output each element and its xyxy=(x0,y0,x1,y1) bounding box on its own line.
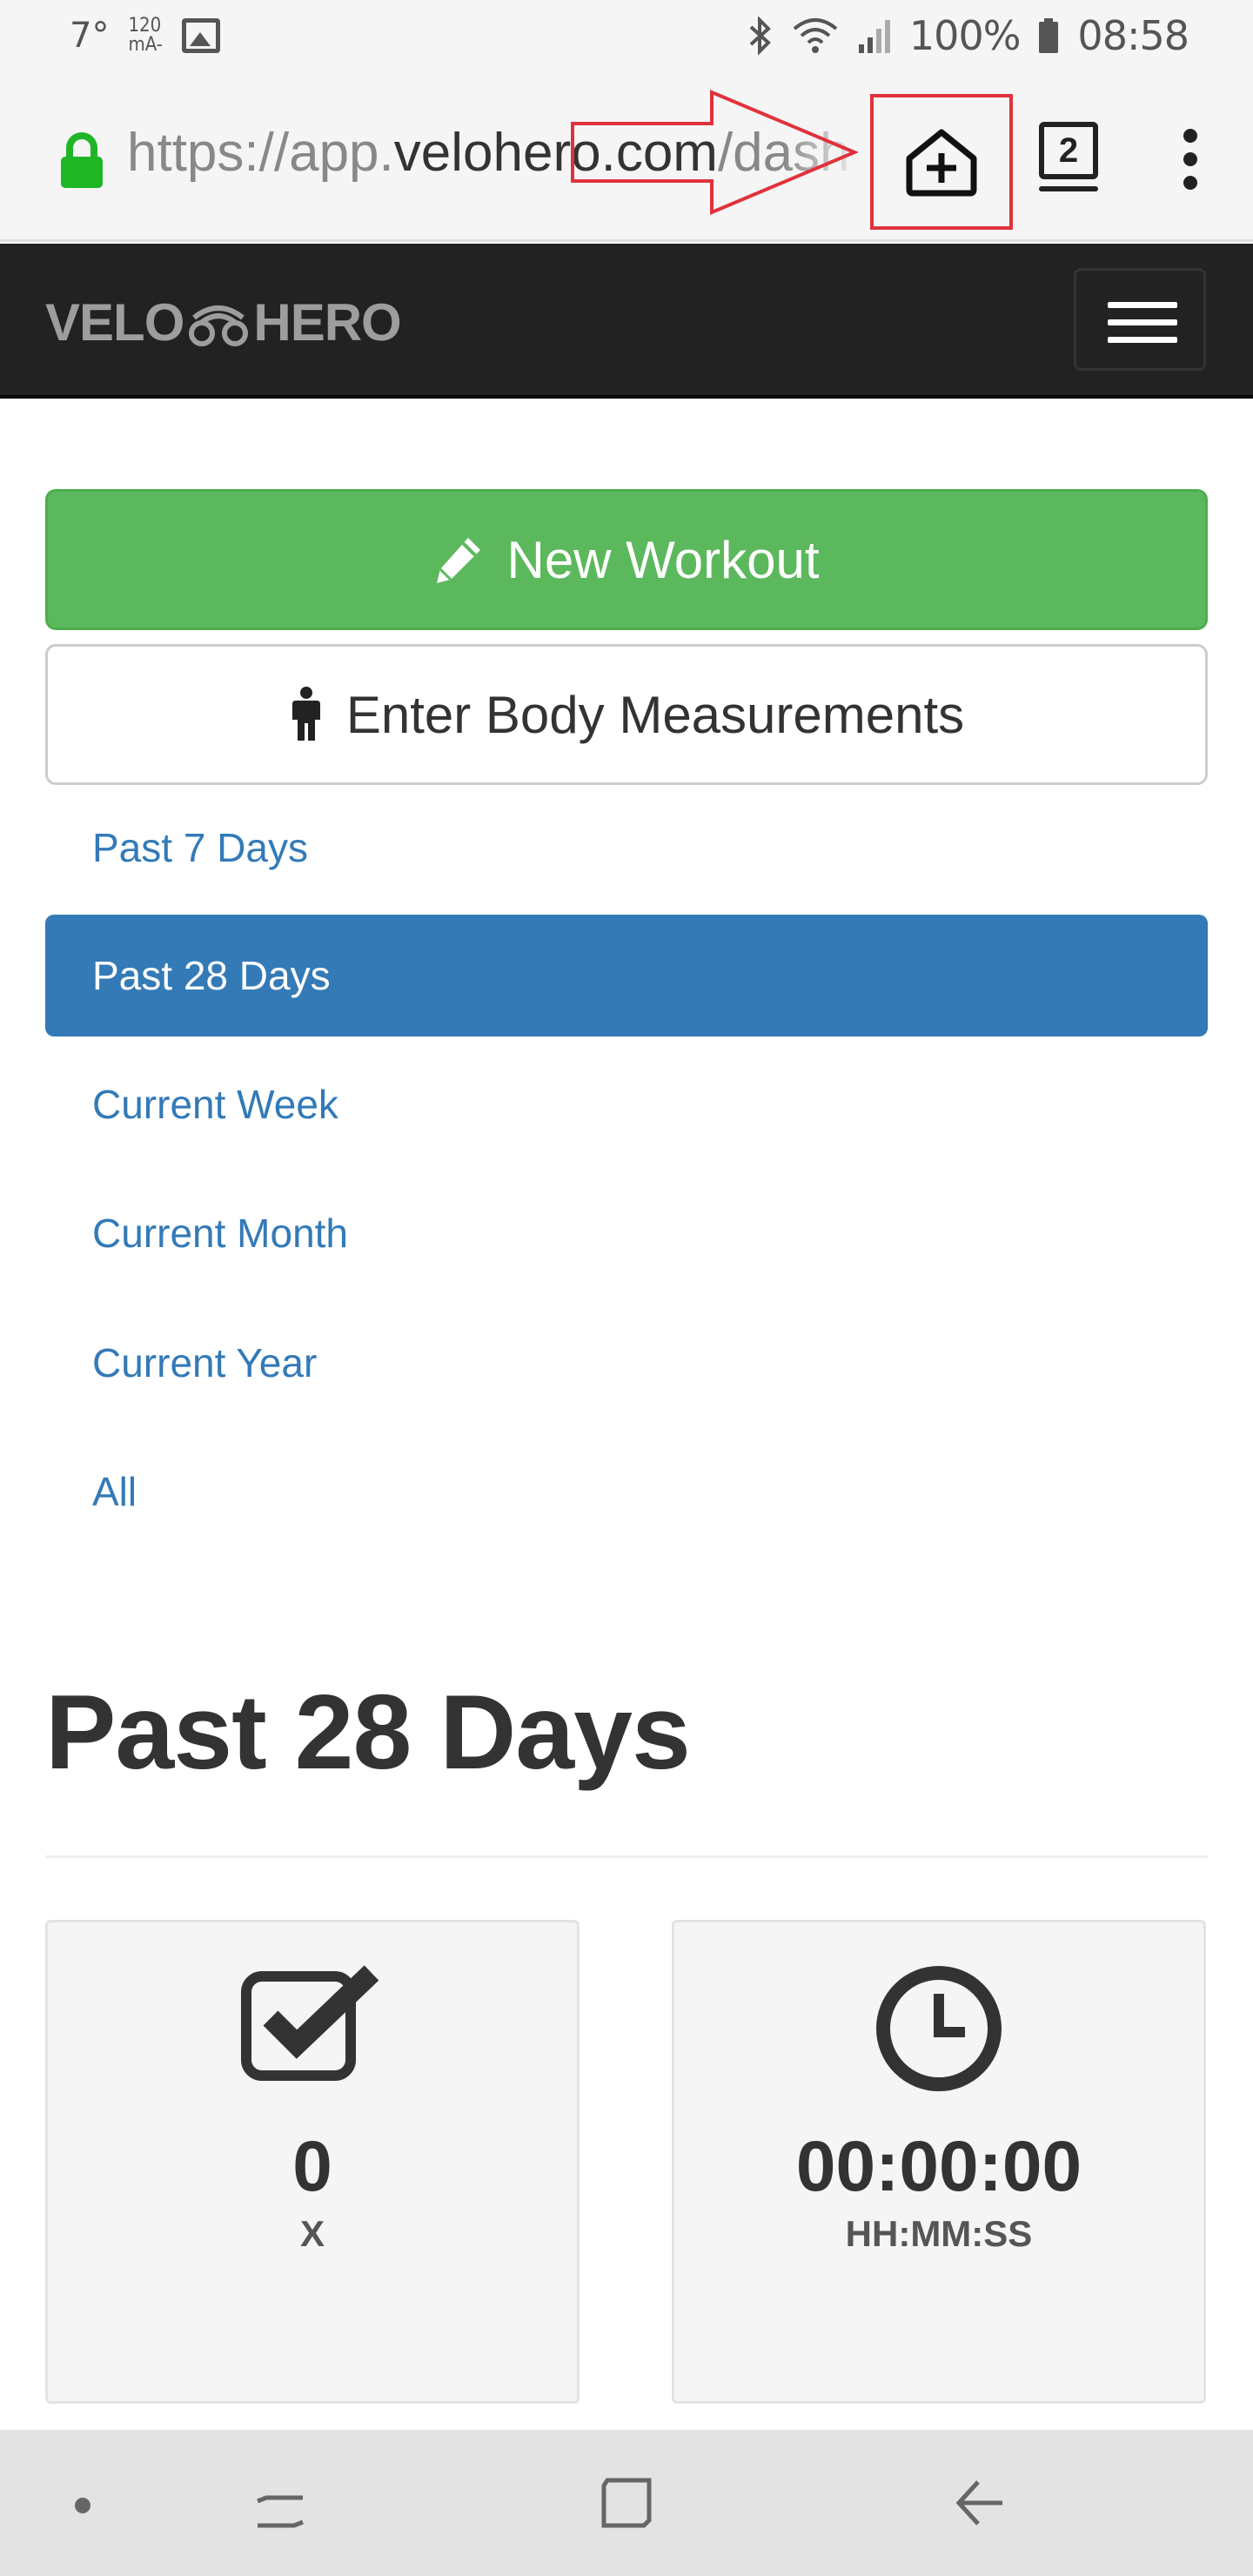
body-measurements-label: Enter Body Measurements xyxy=(345,685,965,744)
clock-time: 08:58 xyxy=(1077,12,1189,59)
back-button-icon[interactable] xyxy=(954,2479,1006,2527)
hamburger-bar xyxy=(1108,319,1177,325)
browser-menu-button[interactable] xyxy=(1175,129,1209,190)
person-icon xyxy=(289,687,324,742)
battery-icon xyxy=(1039,18,1059,53)
signal-icon xyxy=(858,20,890,53)
brand-logo[interactable]: VELO HERO xyxy=(45,292,402,352)
divider xyxy=(45,1855,1208,1858)
home-button-icon[interactable] xyxy=(600,2477,653,2529)
stat-value: 00:00:00 xyxy=(795,2127,1082,2206)
current-indicator: 120 mA- xyxy=(128,17,162,55)
period-past-28-days[interactable]: Past 28 Days xyxy=(45,915,1208,1036)
period-label: Current Week xyxy=(92,1082,338,1127)
app-navbar: VELO HERO xyxy=(0,244,1253,399)
tab-count: 2 xyxy=(1039,122,1098,179)
period-current-month[interactable]: Current Month xyxy=(45,1172,1208,1294)
battery-percent: 100% xyxy=(908,12,1022,59)
lock-icon xyxy=(61,132,103,188)
menu-dot xyxy=(1183,129,1197,143)
brand-left: VELO xyxy=(45,293,184,352)
period-label: Current Year xyxy=(92,1340,318,1385)
add-to-home-screen-button[interactable] xyxy=(870,94,1013,230)
stat-unit: X xyxy=(299,2213,325,2254)
hamburger-bar xyxy=(1108,302,1177,308)
page-title: Past 28 Days xyxy=(45,1673,691,1791)
new-workout-label: New Workout xyxy=(506,530,820,589)
navbar-menu-toggle[interactable] xyxy=(1074,268,1206,371)
period-label: Past 7 Days xyxy=(92,825,308,870)
image-icon xyxy=(181,18,220,53)
period-label: Past 28 Days xyxy=(92,953,331,998)
clock-icon xyxy=(674,1964,1203,2093)
period-current-week[interactable]: Current Week xyxy=(45,1043,1208,1165)
wifi-icon xyxy=(793,18,838,53)
period-label: All xyxy=(92,1469,137,1514)
enter-body-measurements-button[interactable]: Enter Body Measurements xyxy=(45,644,1208,785)
bluetooth-icon xyxy=(749,17,771,55)
status-bar: 7° 120 mA- 100% 08:58 xyxy=(0,0,1253,75)
status-left: 7° 120 mA- xyxy=(70,16,220,56)
stat-unit: HH:MM:SS xyxy=(845,2213,1033,2254)
menu-dot xyxy=(1183,176,1197,190)
nav-dot-icon xyxy=(75,2498,90,2513)
current-unit: mA- xyxy=(128,34,163,56)
add-to-home-icon xyxy=(906,129,977,197)
brand-right: HERO xyxy=(253,293,401,352)
tab-switcher-button[interactable]: 2 xyxy=(1037,122,1100,202)
period-all[interactable]: All xyxy=(45,1431,1208,1553)
stat-value: 0 xyxy=(292,2127,332,2206)
checkbox-icon xyxy=(48,1964,577,2081)
url-prefix: https://app. xyxy=(127,123,394,183)
current-value: 120 xyxy=(128,15,162,37)
period-label: Current Month xyxy=(92,1211,349,1256)
stat-card-duration: 00:00:00 HH:MM:SS xyxy=(672,1920,1206,2404)
tab-underline xyxy=(1039,186,1098,191)
stat-card-workouts: 0 X xyxy=(45,1920,580,2404)
bicycle-icon xyxy=(189,305,249,346)
system-navigation-bar xyxy=(0,2430,1253,2576)
pencil-icon xyxy=(433,534,484,585)
menu-dot xyxy=(1183,152,1197,166)
hamburger-bar xyxy=(1108,337,1177,343)
status-right: 100% 08:58 xyxy=(747,12,1189,59)
annotation-arrow-icon xyxy=(571,89,858,216)
new-workout-button[interactable]: New Workout xyxy=(45,489,1208,630)
temperature: 7° xyxy=(70,16,110,56)
period-past-7-days[interactable]: Past 7 Days xyxy=(45,787,1208,909)
recent-apps-icon[interactable] xyxy=(254,2480,306,2529)
period-current-year[interactable]: Current Year xyxy=(45,1302,1208,1424)
